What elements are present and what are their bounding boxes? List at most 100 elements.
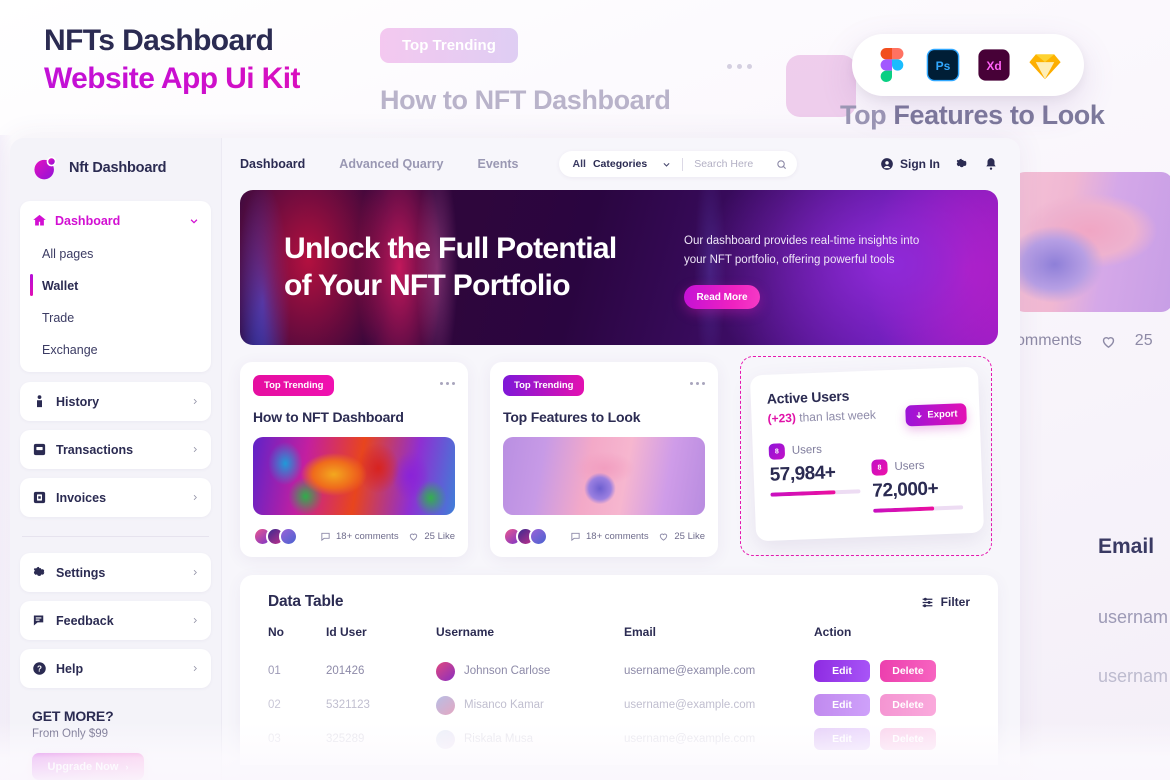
trending-card-2[interactable]: Top Trending Top Features to Look 18+ co…	[490, 362, 718, 557]
avatar-stack	[503, 527, 548, 546]
active-users-card: Active Users (+23) than last week Export…	[749, 366, 985, 542]
sidebar-item-settings-label: Settings	[56, 565, 106, 580]
top-navigation-bar: Dashboard Advanced Quarry Events All Cat…	[222, 138, 1020, 190]
history-icon	[37, 395, 42, 408]
upgrade-now-button[interactable]: Upgrade Now ›	[32, 753, 144, 780]
data-table: No Id User Username Email Action 01 2014…	[268, 625, 970, 756]
likes-count[interactable]: 25 Like	[658, 531, 705, 542]
sign-in-button[interactable]: Sign In	[880, 157, 940, 171]
ghost-email-header: Email	[1098, 535, 1155, 558]
data-table-panel: Data Table Filter No Id User Username Em…	[240, 575, 998, 765]
photoshop-icon[interactable]: Ps	[926, 48, 960, 82]
row-actions: Edit Delete	[814, 654, 970, 688]
tab-events[interactable]: Events	[478, 157, 519, 171]
trending-card-1[interactable]: Top Trending How to NFT Dashboard 18+ co…	[240, 362, 468, 557]
delete-button[interactable]: Delete	[880, 694, 936, 716]
cards-row: Top Trending How to NFT Dashboard 18+ co…	[240, 356, 998, 557]
row-email: username@example.com	[624, 665, 756, 677]
ghost-like-count: 25	[1134, 332, 1153, 349]
card-more-options-icon[interactable]	[690, 375, 705, 385]
sign-in-label: Sign In	[900, 157, 940, 171]
sidebar-group-dashboard: Dashboard All pages Wallet Trade Exchang…	[20, 201, 211, 372]
sidebar-item-wallet[interactable]: Wallet	[30, 270, 199, 302]
sidebar-item-feedback[interactable]: Feedback	[20, 601, 211, 640]
search-icon[interactable]	[776, 159, 787, 170]
trending-card-2-meta: 18+ comments 25 Like	[503, 527, 705, 546]
sidebar-item-trade[interactable]: Trade	[32, 302, 199, 334]
filter-button[interactable]: Filter	[921, 595, 970, 609]
table-row[interactable]: 01 201426 Johnson Carlose username@examp…	[268, 654, 970, 688]
trending-card-1-thumbnail	[253, 437, 455, 515]
comment-icon	[571, 532, 580, 542]
sidebar-item-all-pages[interactable]: All pages	[32, 238, 199, 270]
stat-users-1-label: Users	[791, 443, 823, 457]
ghost-title-bold: Features to Look	[893, 100, 1105, 130]
chevron-right-icon	[193, 569, 197, 576]
export-label: Export	[927, 408, 958, 421]
notification-bell-icon[interactable]	[984, 157, 998, 171]
sidebar-item-help[interactable]: ? Help	[20, 649, 211, 688]
column-header-action: Action	[814, 625, 852, 639]
tab-advanced-quarry[interactable]: Advanced Quarry	[339, 157, 443, 171]
stat-users-2-progress	[873, 505, 964, 513]
read-more-button[interactable]: Read More	[684, 285, 760, 310]
chevron-right-icon	[193, 446, 197, 453]
sidebar-item-history[interactable]: History	[20, 382, 211, 421]
active-users-title: Active Users	[766, 387, 850, 407]
background-ghost-table: Email usernam usernam	[1098, 535, 1168, 687]
table-row[interactable]: 02 5321123 Misanco Kamar username@exampl…	[268, 688, 970, 722]
upgrade-promo-subtitle: From Only $99	[32, 728, 109, 740]
hero-title-line1: Unlock the Full Potential	[284, 231, 617, 265]
sidebar-item-dashboard[interactable]: Dashboard	[20, 201, 211, 238]
search-input[interactable]	[694, 158, 771, 170]
edit-button[interactable]: Edit	[814, 694, 870, 716]
background-ghost-thumbnail	[1013, 172, 1170, 312]
comments-count[interactable]: 18+ comments	[570, 531, 649, 542]
background-ghost-card-b: Top Features to Look	[840, 100, 1170, 131]
table-header-row: No Id User Username Email Action	[268, 625, 970, 654]
download-arrow-icon	[916, 412, 922, 419]
likes-count[interactable]: 25 Like	[408, 531, 455, 542]
avatar	[436, 729, 455, 749]
card-more-options-icon[interactable]	[440, 375, 455, 385]
data-table-header: Data Table Filter	[268, 593, 970, 611]
export-button[interactable]: Export	[905, 403, 967, 427]
tab-dashboard[interactable]: Dashboard	[240, 157, 305, 171]
gear-icon[interactable]	[955, 157, 969, 171]
comments-label: 18+ comments	[586, 531, 649, 542]
table-row[interactable]: 03 325289 Riskala Musa username@example.…	[268, 722, 970, 756]
xd-icon[interactable]: Xd	[977, 48, 1011, 82]
delete-button[interactable]: Delete	[880, 660, 936, 682]
column-header-username: Username	[436, 625, 495, 639]
row-id-user: 325289	[326, 733, 365, 745]
promo-title-line2: Website App Ui Kit	[44, 60, 300, 98]
background-ghost-square	[786, 55, 856, 117]
sidebar-item-exchange[interactable]: Exchange	[32, 334, 199, 366]
sidebar-item-transactions[interactable]: Transactions	[20, 430, 211, 469]
promo-heading: NFTs Dashboard Website App Ui Kit	[44, 22, 300, 97]
row-id-user: 201426	[326, 665, 365, 677]
hero-cta-block: Our dashboard provides real-time insight…	[670, 226, 922, 310]
row-username-cell: Misanco Kamar	[436, 688, 624, 722]
category-select[interactable]: All Categories	[573, 158, 672, 170]
active-users-delta-suffix: than last week	[795, 407, 877, 425]
figma-icon[interactable]	[875, 48, 909, 82]
row-username: Johnson Carlose	[464, 665, 551, 677]
heart-icon	[410, 533, 418, 541]
row-username: Misanco Kamar	[464, 699, 544, 711]
sidebar-item-settings[interactable]: Settings	[20, 553, 211, 592]
filter-label: Filter	[940, 595, 970, 609]
heart-icon	[1102, 336, 1114, 348]
sidebar-item-history-label: History	[56, 394, 100, 409]
edit-button[interactable]: Edit	[814, 728, 870, 750]
sidebar-item-invoices[interactable]: Invoices	[20, 478, 211, 517]
brand-logo[interactable]: Nft Dashboard	[20, 138, 211, 201]
upgrade-promo-title: GET MORE?	[32, 708, 114, 724]
delete-button[interactable]: Delete	[880, 728, 936, 750]
trending-badge: Top Trending	[503, 375, 585, 396]
comments-count[interactable]: 18+ comments	[320, 531, 399, 542]
invoices-icon	[33, 491, 46, 504]
edit-button[interactable]: Edit	[814, 660, 870, 682]
sketch-icon[interactable]	[1028, 48, 1062, 82]
